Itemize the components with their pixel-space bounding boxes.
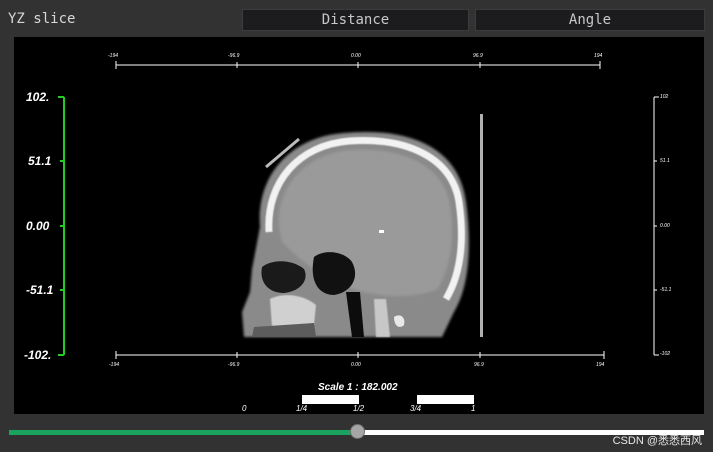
- top-axis: [115, 61, 601, 69]
- right-axis-label: 0.00: [660, 223, 670, 229]
- left-axis-label: -51.1: [26, 283, 54, 297]
- left-axis-label: 0.00: [26, 219, 50, 233]
- slice-slider-handle[interactable]: [350, 424, 365, 439]
- right-axis: [653, 96, 659, 356]
- left-axis-label: -102.: [24, 348, 52, 362]
- right-axis-label: 51.1: [660, 158, 670, 164]
- right-axis-label: -102: [660, 351, 671, 357]
- top-axis-label: -96.9: [228, 53, 240, 59]
- left-axis-label: 51.1: [28, 154, 52, 168]
- slice-slider-fill: [9, 430, 357, 435]
- top-axis-label: 96.9: [473, 53, 483, 59]
- scale-tick-label: 1/4: [296, 404, 308, 413]
- right-axis-label: 102: [660, 94, 669, 100]
- scale-tick-label: 1/2: [353, 404, 365, 413]
- bottom-axis: [115, 351, 605, 359]
- slice-canvas: [58, 61, 659, 404]
- bottom-axis-label: 96.9: [474, 362, 484, 368]
- top-axis-label: 194: [594, 53, 603, 59]
- scale-label: Scale 1 : 182.002: [318, 382, 398, 393]
- scale-bar: [302, 395, 474, 404]
- left-axis-label: 102.: [26, 90, 50, 104]
- left-axis: [58, 96, 65, 356]
- distance-button[interactable]: Distance: [242, 9, 469, 31]
- bottom-axis-label: 194: [596, 362, 605, 368]
- ct-slice-image: [242, 114, 483, 337]
- right-axis-label: -51.1: [660, 287, 672, 293]
- bottom-axis-label: 0.00: [351, 362, 361, 368]
- scale-tick-label: 0: [242, 404, 247, 413]
- slice-viewport[interactable]: 102. 51.1 0.00 -51.1 -102. 102 51.1 0.00…: [14, 37, 704, 414]
- scale-tick-label: 1: [471, 404, 476, 413]
- watermark-text: CSDN @悉悉西风: [612, 435, 702, 447]
- bottom-axis-label: -96.9: [228, 362, 240, 368]
- scale-tick-label: 3/4: [410, 404, 422, 413]
- top-axis-label: -194: [108, 53, 119, 59]
- bottom-axis-label: -194: [109, 362, 120, 368]
- angle-button[interactable]: Angle: [475, 9, 705, 31]
- top-axis-label: 0.00: [351, 53, 361, 59]
- window-title: YZ slice: [8, 11, 76, 27]
